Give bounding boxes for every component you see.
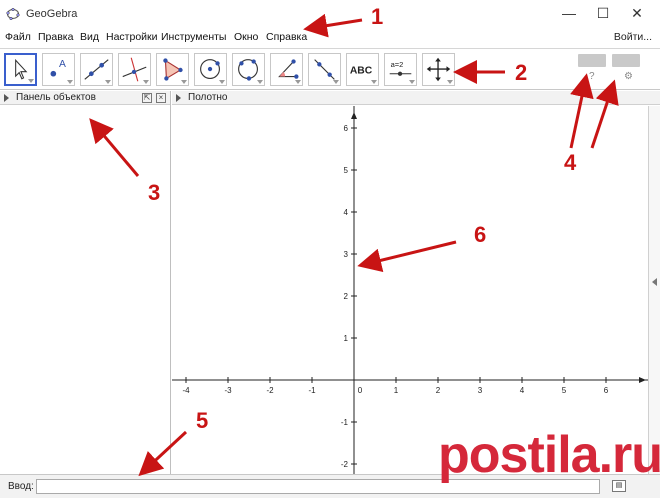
redo-button[interactable]: [612, 54, 640, 67]
menu-settings[interactable]: Настройки: [106, 31, 158, 43]
text-tool[interactable]: ABC: [346, 53, 379, 86]
x-tick-label: -3: [224, 386, 232, 395]
circle-3pt-tool[interactable]: [232, 53, 265, 86]
x-tick-label: 3: [478, 386, 483, 395]
perpendicular-tool[interactable]: [118, 53, 151, 86]
x-tick-label: 2: [436, 386, 441, 395]
y-tick-label: -2: [341, 460, 349, 469]
y-tick-label: 1: [344, 334, 349, 343]
graphics-view[interactable]: -4 -3 -2 -1 0 1 2 3 4 5 6 6 5 4 3 2 1 -1 -2: [172, 106, 648, 474]
toolbar: A ABC a=2: [0, 48, 660, 90]
x-tick-label: 5: [562, 386, 567, 395]
undo-button[interactable]: [578, 54, 606, 67]
window-title: GeoGebra: [26, 8, 78, 20]
move-view-tool[interactable]: [422, 53, 455, 86]
close-panel-icon[interactable]: ×: [156, 93, 166, 103]
menu-view[interactable]: Вид: [80, 31, 99, 43]
svg-text:ABC: ABC: [350, 66, 373, 77]
x-tick-label: -4: [182, 386, 190, 395]
line-tool[interactable]: [80, 53, 113, 86]
annotation-label-3: 3: [148, 180, 161, 205]
annotation-label-5: 5: [196, 408, 209, 433]
menu-help[interactable]: Справка: [266, 31, 307, 43]
y-tick-label: -1: [341, 418, 349, 427]
graphics-panel-title: Полотно: [188, 92, 228, 103]
polygon-tool[interactable]: [156, 53, 189, 86]
svg-text:a=2: a=2: [391, 60, 404, 69]
point-tool[interactable]: A: [42, 53, 75, 86]
x-tick-label: -1: [308, 386, 316, 395]
annotation-label-2: 2: [515, 60, 528, 85]
geogebra-logo-icon: [6, 7, 20, 21]
y-tick-label: 4: [344, 208, 349, 217]
svg-text:A: A: [59, 59, 66, 70]
x-tick-label: 4: [520, 386, 525, 395]
x-tick-label: 1: [394, 386, 399, 395]
menu-bar: Файл Правка Вид Настройки Инструменты Ок…: [0, 28, 660, 46]
annotation-label-4: 4: [564, 150, 577, 175]
menu-file[interactable]: Файл: [5, 31, 31, 43]
menu-edit[interactable]: Правка: [38, 31, 73, 43]
graphics-panel-header: Полотно: [172, 91, 660, 105]
x-tick-label: 0: [358, 386, 363, 395]
side-panel-toggle[interactable]: [648, 106, 660, 474]
title-bar: GeoGebra — ☐ ✕: [0, 0, 660, 28]
x-tick-label: -2: [266, 386, 274, 395]
x-tick-label: 6: [604, 386, 609, 395]
maximize-button[interactable]: ☐: [586, 0, 620, 26]
input-label: Ввод:: [8, 481, 34, 492]
y-tick-label: 6: [344, 124, 349, 133]
y-tick-label: 2: [344, 292, 349, 301]
annotation-label-6: 6: [474, 222, 487, 247]
algebra-panel-title: Панель объектов: [16, 92, 96, 103]
menu-tools[interactable]: Инструменты: [161, 31, 226, 43]
move-tool[interactable]: [4, 53, 37, 86]
circle-tool[interactable]: [194, 53, 227, 86]
gear-icon[interactable]: ⚙: [624, 71, 633, 82]
algebra-panel-header: Панель объектов ⇱ ×: [0, 91, 170, 105]
algebra-panel: Панель объектов ⇱ ×: [0, 91, 171, 474]
close-button[interactable]: ✕: [620, 0, 654, 26]
graphics-panel: Полотно -4 -3 -2 -1 0 1 2 3 4 5 6 6 5 4 3 2 1 -1 -2: [172, 91, 660, 474]
signin-link[interactable]: Войти...: [614, 31, 652, 43]
menu-window[interactable]: Окно: [234, 31, 258, 43]
angle-tool[interactable]: [270, 53, 303, 86]
y-tick-label: 3: [344, 250, 349, 259]
annotation-label-1: 1: [371, 4, 384, 29]
expand-left-icon: [652, 278, 657, 286]
undock-icon[interactable]: ⇱: [142, 93, 152, 103]
collapse-arrow-icon[interactable]: [4, 94, 9, 102]
watermark-logo: postila.ru: [438, 426, 660, 484]
slider-tool[interactable]: a=2: [384, 53, 417, 86]
help-icon[interactable]: ?: [589, 71, 595, 82]
minimize-button[interactable]: —: [552, 0, 586, 26]
y-tick-label: 5: [344, 166, 349, 175]
collapse-arrow-icon[interactable]: [176, 94, 181, 102]
reflect-tool[interactable]: [308, 53, 341, 86]
